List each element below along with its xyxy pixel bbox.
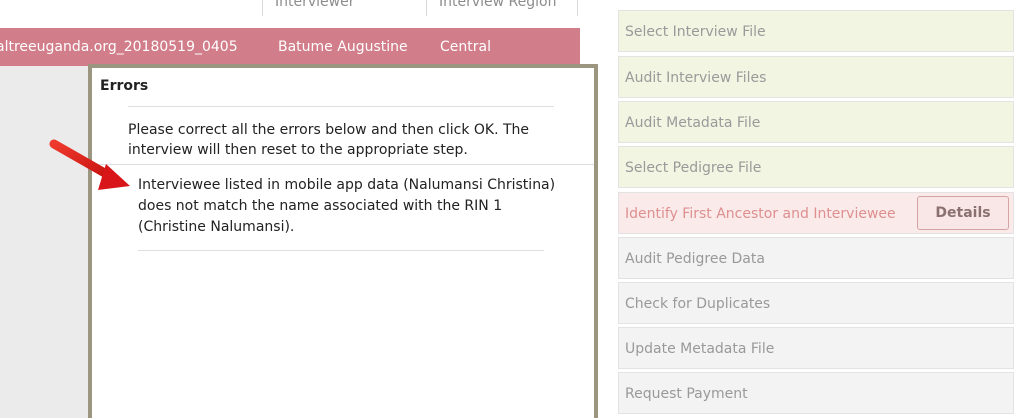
step-update-metadata-file[interactable]: Update Metadata File: [618, 327, 1014, 369]
cell-interviewer: Batume Augustine: [278, 39, 408, 55]
column-header-interviewer[interactable]: Interviewer: [262, 0, 426, 16]
step-label: Audit Pedigree Data: [625, 251, 765, 267]
step-label: Select Interview File: [625, 24, 766, 40]
step-audit-interview-files[interactable]: Audit Interview Files: [618, 56, 1014, 98]
step-audit-metadata-file[interactable]: Audit Metadata File: [618, 101, 1014, 143]
step-audit-pedigree-data[interactable]: Audit Pedigree Data: [618, 237, 1014, 279]
divider: [138, 250, 544, 251]
errors-dialog: Errors Please correct all the errors bel…: [88, 64, 598, 418]
dialog-title: Errors: [100, 78, 149, 94]
step-label: Audit Metadata File: [625, 115, 761, 131]
step-label: Request Payment: [625, 386, 748, 402]
divider: [92, 164, 594, 165]
details-button[interactable]: Details: [917, 196, 1009, 230]
step-identify-first-ancestor[interactable]: Identify First Ancestor and Interviewee …: [618, 192, 1014, 234]
step-request-payment[interactable]: Request Payment: [618, 372, 1014, 414]
cell-region: Central: [440, 39, 491, 55]
dialog-message: Please correct all the errors below and …: [128, 122, 530, 158]
step-label: Audit Interview Files: [625, 70, 767, 86]
red-arrow-icon: [49, 139, 130, 190]
panel-background: [0, 66, 90, 418]
cell-file-name: altreeuganda.org_20180519_0405: [0, 39, 238, 55]
step-select-interview-file[interactable]: Select Interview File: [618, 10, 1014, 52]
workflow-page: Interviewer Interview Region altreeugand…: [0, 0, 1016, 418]
step-check-for-duplicates[interactable]: Check for Duplicates: [618, 282, 1014, 324]
step-select-pedigree-file[interactable]: Select Pedigree File: [618, 146, 1014, 188]
table-header: Interviewer Interview Region: [0, 0, 588, 26]
workflow-steps: Select Interview File Audit Interview Fi…: [618, 0, 1016, 418]
step-label: Update Metadata File: [625, 341, 775, 357]
divider: [128, 106, 554, 107]
step-label: Select Pedigree File: [625, 160, 762, 176]
column-header-interview-region[interactable]: Interview Region: [426, 0, 578, 16]
step-label: Identify First Ancestor and Interviewee: [625, 206, 896, 222]
error-item: Interviewee listed in mobile app data (N…: [138, 177, 556, 235]
step-label: Check for Duplicates: [625, 296, 771, 312]
table-row-selected[interactable]: altreeuganda.org_20180519_0405 Batume Au…: [0, 28, 580, 66]
